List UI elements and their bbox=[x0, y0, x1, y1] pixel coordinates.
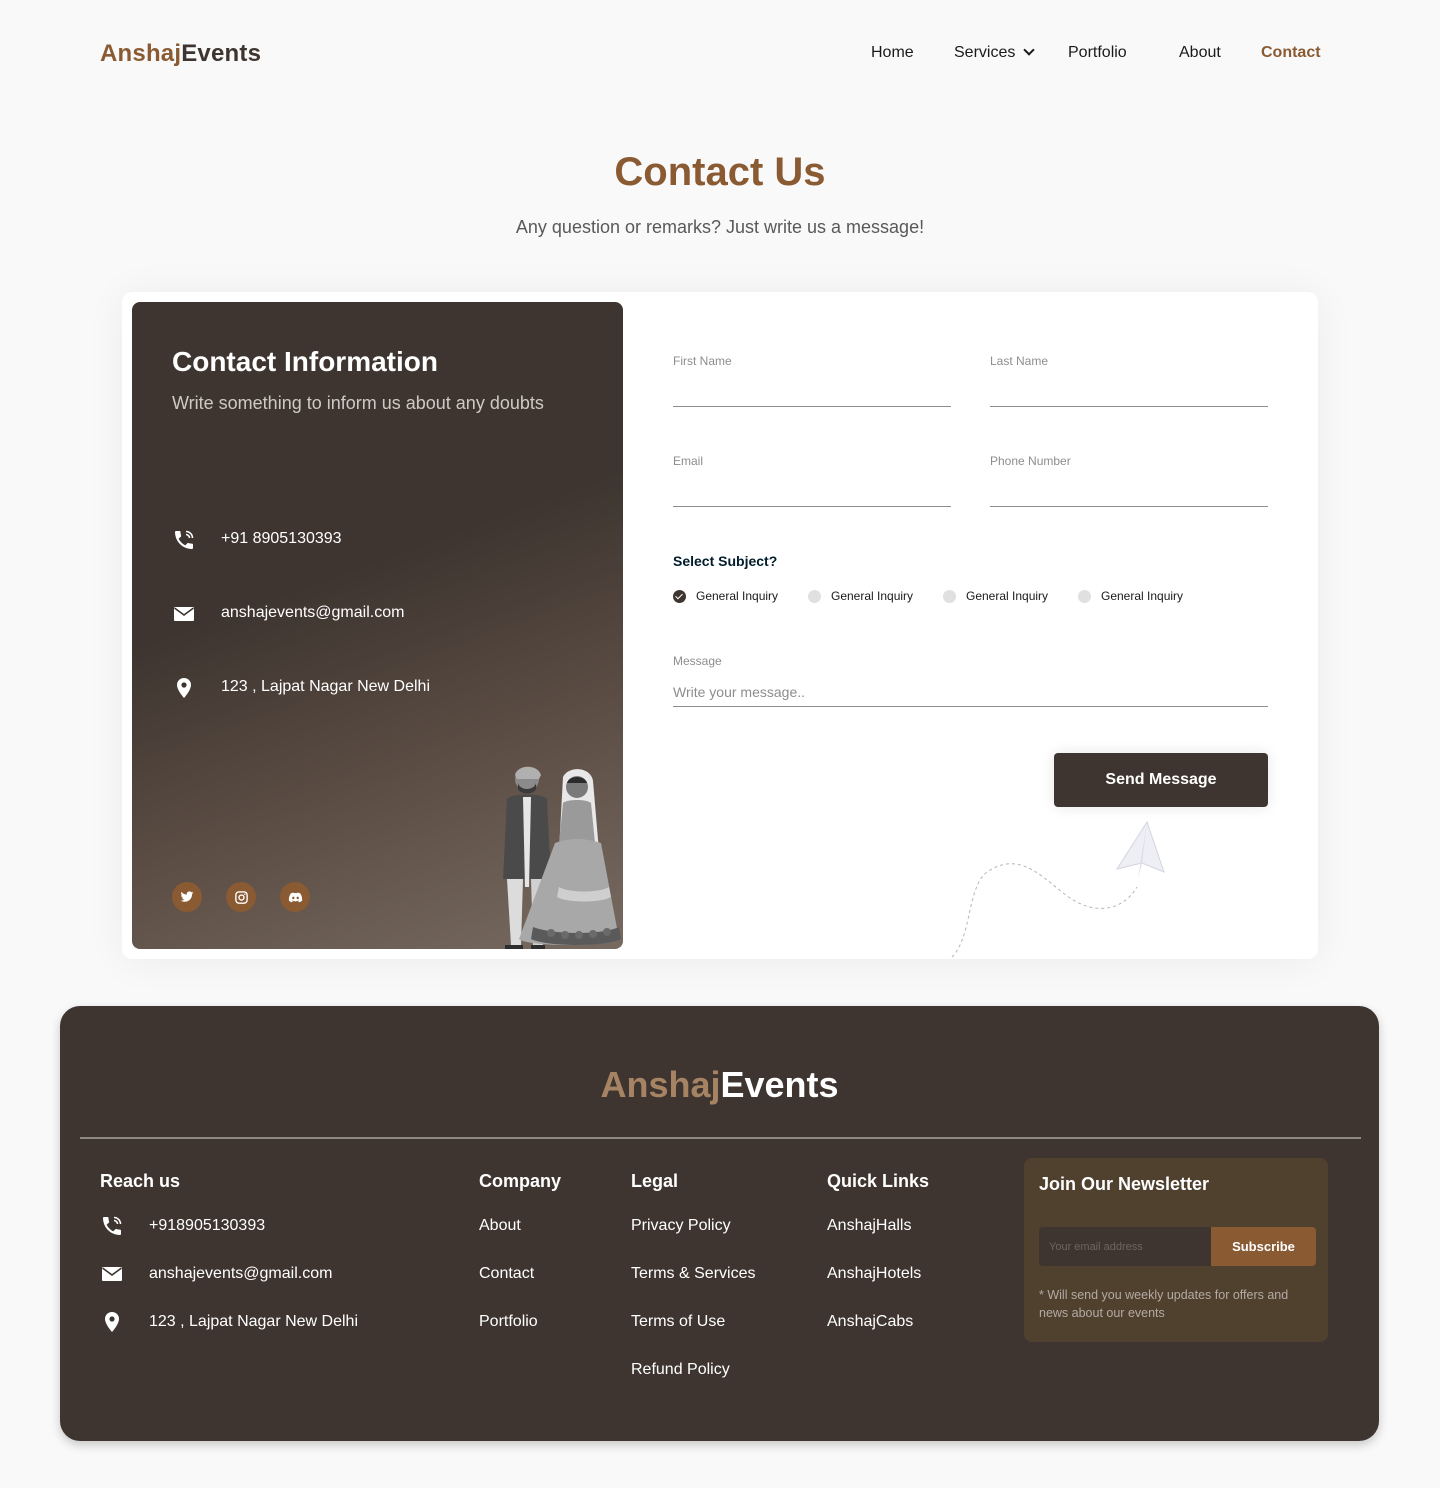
contact-info-panel: Contact Information Write something to i… bbox=[132, 302, 623, 949]
footer-link-privacy-policy[interactable]: Privacy Policy bbox=[631, 1217, 731, 1235]
select-subject-label: Select Subject? bbox=[673, 553, 778, 569]
newsletter-title: Join Our Newsletter bbox=[1039, 1174, 1210, 1194]
paper-plane-illustration bbox=[951, 820, 1165, 958]
instagram-icon bbox=[234, 890, 248, 904]
footer-logo-part2: Events bbox=[720, 1064, 839, 1105]
subscribe-button[interactable]: Subscribe bbox=[1211, 1227, 1316, 1266]
phone-number-input[interactable] bbox=[990, 477, 1268, 507]
contact-phone: +91 8905130393 bbox=[221, 530, 342, 547]
page-subtitle: Any question or remarks? Just write us a… bbox=[515, 217, 925, 237]
footer-link-terms-of-use[interactable]: Terms of Use bbox=[631, 1313, 725, 1331]
company-heading: Company bbox=[479, 1171, 562, 1191]
nav-about[interactable]: About bbox=[1179, 44, 1221, 62]
phone-icon bbox=[172, 528, 196, 552]
footer-link-about[interactable]: About bbox=[479, 1217, 521, 1235]
twitter-icon bbox=[180, 891, 194, 902]
contact-info-title: Contact Information bbox=[172, 346, 438, 377]
location-pin-icon bbox=[172, 676, 196, 700]
nav-services-label: Services bbox=[954, 44, 1016, 61]
subject-option-label: General Inquiry bbox=[1101, 589, 1184, 603]
footer-link-terms-services[interactable]: Terms & Services bbox=[631, 1265, 755, 1283]
chevron-down-icon bbox=[1023, 44, 1036, 56]
top-nav: AnshajEvents Home Services Portfolio Abo… bbox=[0, 0, 1440, 110]
email-input[interactable] bbox=[673, 477, 951, 507]
contact-email: anshajevents@gmail.com bbox=[221, 604, 405, 621]
discord-icon bbox=[288, 892, 302, 902]
newsletter-email-input[interactable] bbox=[1039, 1227, 1211, 1266]
reach-us-heading: Reach us bbox=[100, 1171, 181, 1191]
footer-logo[interactable]: AnshajEvents bbox=[60, 1064, 1379, 1106]
nav-contact[interactable]: Contact bbox=[1261, 44, 1321, 62]
phone-icon bbox=[100, 1214, 124, 1238]
nav-portfolio[interactable]: Portfolio bbox=[1068, 44, 1127, 62]
footer-phone: +918905130393 bbox=[149, 1217, 266, 1234]
location-pin-icon bbox=[100, 1310, 124, 1334]
twitter-button[interactable] bbox=[172, 882, 202, 912]
nav-links: Home Services Portfolio About Contact bbox=[0, 44, 1440, 68]
footer-link-refund-policy[interactable]: Refund Policy bbox=[631, 1361, 730, 1379]
subject-option-label: General Inquiry bbox=[831, 589, 914, 603]
page-title: Contact Us bbox=[614, 150, 826, 194]
radio-unchecked-icon bbox=[808, 590, 821, 603]
footer-link-anshajcabs[interactable]: AnshajCabs bbox=[827, 1313, 913, 1331]
phone-number-label: Phone Number bbox=[990, 454, 1071, 468]
footer-email: anshajevents@gmail.com bbox=[149, 1265, 333, 1282]
footer-link-contact[interactable]: Contact bbox=[479, 1265, 534, 1283]
contact-info-subtitle: Write something to inform us about any d… bbox=[172, 393, 544, 413]
message-label: Message bbox=[673, 654, 722, 668]
newsletter-note: * Will send you weekly updates for offer… bbox=[1039, 1288, 1289, 1320]
radio-unchecked-icon bbox=[1078, 590, 1091, 603]
footer-logo-part1: Anshaj bbox=[600, 1064, 721, 1105]
first-name-label: First Name bbox=[673, 354, 732, 368]
discord-button[interactable] bbox=[280, 882, 310, 912]
contact-address-row[interactable]: 123 , Lajpat Nagar New Delhi bbox=[172, 673, 592, 703]
radio-unchecked-icon bbox=[943, 590, 956, 603]
quick-links-heading: Quick Links bbox=[827, 1171, 930, 1191]
radio-checked-icon bbox=[673, 590, 686, 603]
contact-card: Contact Information Write something to i… bbox=[122, 292, 1318, 959]
couple-illustration bbox=[503, 766, 621, 949]
subject-option-label: General Inquiry bbox=[966, 589, 1049, 603]
footer-link-anshajhalls[interactable]: AnshajHalls bbox=[827, 1217, 911, 1235]
newsletter-box: Join Our Newsletter Subscribe * Will sen… bbox=[1024, 1158, 1328, 1342]
footer-link-portfolio[interactable]: Portfolio bbox=[479, 1313, 538, 1331]
footer-address: 123 , Lajpat Nagar New Delhi bbox=[149, 1313, 359, 1330]
email-label: Email bbox=[673, 454, 704, 468]
contact-email-row[interactable]: anshajevents@gmail.com bbox=[172, 599, 592, 629]
first-name-input[interactable] bbox=[673, 377, 951, 407]
footer-link-anshajhotels[interactable]: AnshajHotels bbox=[827, 1265, 921, 1283]
footer: AnshajEvents Reach us +918905130393 ansh… bbox=[60, 1006, 1379, 1441]
last-name-label: Last Name bbox=[990, 354, 1049, 368]
mail-icon bbox=[172, 602, 196, 626]
nav-home[interactable]: Home bbox=[871, 44, 914, 62]
message-input[interactable] bbox=[673, 677, 1268, 707]
last-name-input[interactable] bbox=[990, 377, 1268, 407]
instagram-button[interactable] bbox=[226, 882, 256, 912]
send-message-button[interactable]: Send Message bbox=[1054, 753, 1268, 807]
subject-option-label: General Inquiry bbox=[696, 589, 779, 603]
nav-services[interactable]: Services bbox=[954, 44, 1036, 62]
contact-address: 123 , Lajpat Nagar New Delhi bbox=[221, 678, 431, 695]
contact-phone-row[interactable]: +91 8905130393 bbox=[172, 525, 592, 555]
legal-heading: Legal bbox=[631, 1171, 679, 1191]
mail-icon bbox=[100, 1262, 124, 1286]
footer-divider bbox=[80, 1137, 1361, 1139]
